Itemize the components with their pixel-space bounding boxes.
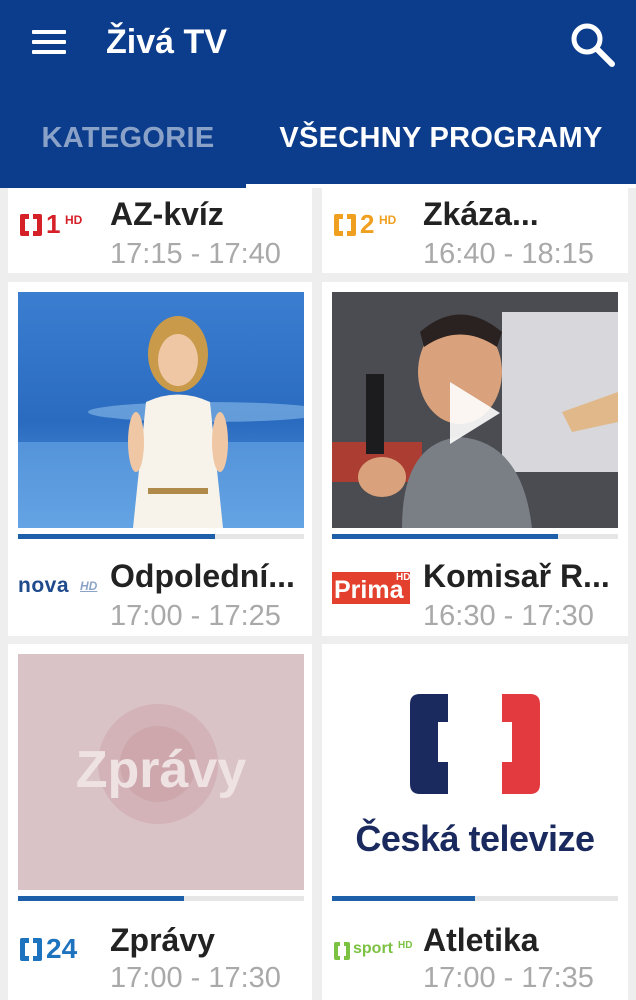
ct24-logo-number: 24 <box>46 933 78 964</box>
progress-bar <box>18 896 304 901</box>
prima-logo-hd: HD <box>396 572 411 583</box>
ct-sport-logo-graphic <box>334 942 350 960</box>
program-title: Zprávy <box>110 922 215 958</box>
ct1-hd-logo: 1 HD <box>18 209 108 240</box>
program-thumbnail <box>18 292 304 528</box>
program-time: 17:00 - 17:25 <box>110 600 281 632</box>
nova-logo-hd: HD <box>80 579 98 593</box>
app-title: Živá TV <box>106 23 227 61</box>
ct2-hd-logo-graphic <box>334 214 356 236</box>
ct24-logo: 24 <box>18 933 108 966</box>
program-time: 16:30 - 17:30 <box>423 600 594 632</box>
ct-sport-hd-logo: sport HD <box>332 938 422 962</box>
progress-bar <box>18 534 304 539</box>
program-card[interactable]: Prima HD Komisař R... 16:30 - 17:30 <box>322 282 628 636</box>
program-thumbnail <box>332 292 618 528</box>
prima-hd-logo: Prima HD <box>332 568 412 606</box>
tab-categories[interactable]: KATEGORIE <box>0 100 256 186</box>
program-card[interactable]: 2 HD Zkáza... 16:40 - 18:15 <box>322 188 628 273</box>
sport-logo-text: sport <box>353 940 393 957</box>
program-title: Zkáza... <box>423 196 539 232</box>
program-card[interactable]: Česká televize sport HD Atletika 17:00 -… <box>322 644 628 1000</box>
program-time: 16:40 - 18:15 <box>423 238 594 270</box>
progress-bar-fill <box>332 534 558 539</box>
ct2-logo-number: 2 <box>360 209 375 239</box>
prima-logo-text: Prima <box>334 576 404 604</box>
ct1-hd-logo-graphic <box>20 214 42 236</box>
program-card[interactable]: Zprávy 24 Zprávy 17:00 - 17:30 <box>8 644 312 1000</box>
thumbnail-text: Zprávy <box>75 741 247 799</box>
ct1-logo-number: 1 <box>46 209 61 239</box>
ct2-hd-logo: 2 HD <box>332 209 422 240</box>
ct1-logo-hd: HD <box>65 213 83 227</box>
thumbnail-text: Česká televize <box>355 818 595 859</box>
program-title: AZ-kvíz <box>110 196 224 232</box>
sport-logo-hd: HD <box>398 940 413 951</box>
progress-bar <box>332 534 618 539</box>
program-time: 17:00 - 17:30 <box>110 962 281 994</box>
nova-logo-text: nova <box>18 574 70 597</box>
nova-hd-logo: nova HD <box>18 574 110 598</box>
studio-presenter-image <box>18 316 304 528</box>
program-title: Komisař R... <box>423 558 610 594</box>
program-time: 17:00 - 17:35 <box>423 962 594 994</box>
program-card[interactable]: nova HD Odpolední... 17:00 - 17:25 <box>8 282 312 636</box>
progress-bar-fill <box>18 896 184 901</box>
program-title: Atletika <box>423 922 539 958</box>
program-thumbnail: Zprávy <box>18 654 304 890</box>
progress-bar-fill <box>18 534 216 539</box>
play-icon[interactable] <box>444 378 504 448</box>
progress-bar <box>332 896 618 901</box>
search-icon[interactable] <box>566 18 618 70</box>
program-card[interactable]: 1 HD AZ-kvíz 17:15 - 17:40 <box>8 188 312 273</box>
menu-icon[interactable] <box>28 24 72 60</box>
program-thumbnail: Česká televize <box>332 654 618 890</box>
app-bar: Živá TV KATEGORIE VŠECHNY PROGRAMY <box>0 0 636 188</box>
progress-bar-fill <box>332 896 475 901</box>
play-icon[interactable] <box>447 712 503 776</box>
program-title: Odpolední... <box>110 558 295 594</box>
program-time: 17:15 - 17:40 <box>110 238 281 270</box>
tab-all-programs[interactable]: VŠECHNY PROGRAMY <box>246 100 636 186</box>
ct2-logo-hd: HD <box>379 213 397 227</box>
